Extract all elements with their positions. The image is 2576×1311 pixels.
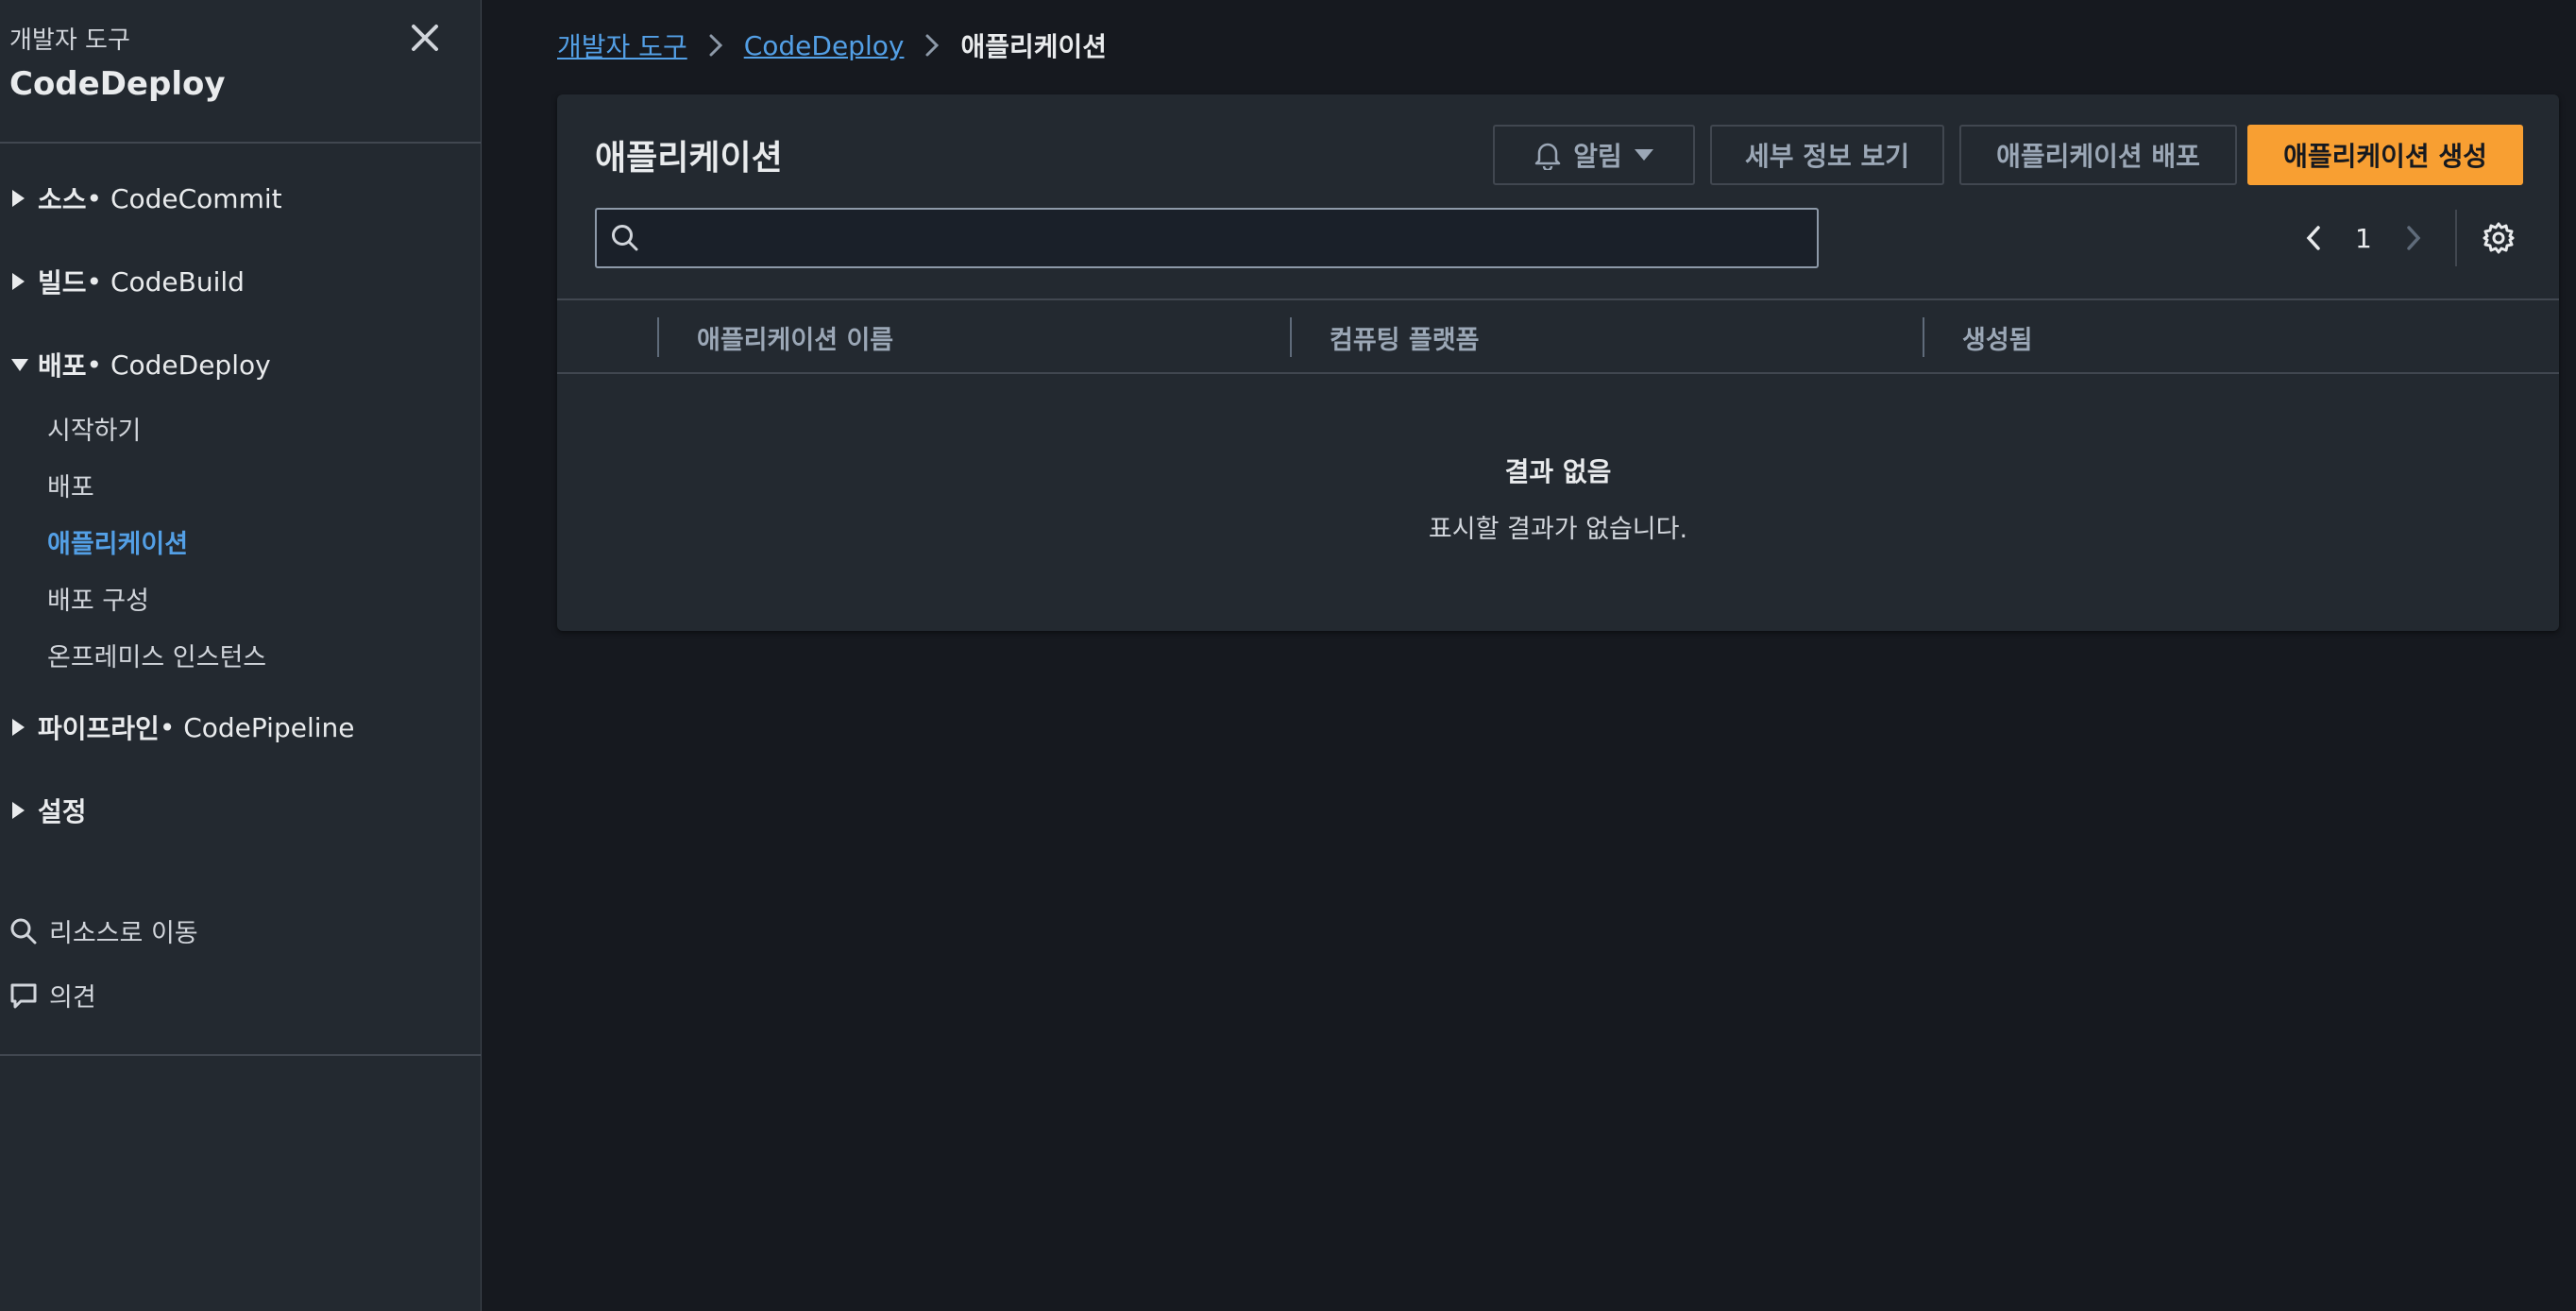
close-icon <box>412 25 438 51</box>
caret-right-icon <box>9 800 38 821</box>
feedback-link[interactable]: 의견 <box>9 977 96 1013</box>
sidebar-section-service: • CodeCommit <box>86 182 282 214</box>
sidebar-supertitle: 개발자 도구 <box>9 26 130 55</box>
sidebar-section-service: • CodePipeline <box>159 711 355 743</box>
column-header-compute-platform[interactable]: 컴퓨팅 플랫폼 <box>1290 317 1479 357</box>
goto-resource-label: 리소스로 이동 <box>49 919 198 948</box>
empty-state-title: 결과 없음 <box>1504 456 1612 487</box>
sidebar-section-label: 빌드 <box>38 267 87 298</box>
sidebar-divider <box>0 1054 482 1056</box>
caret-right-icon <box>9 271 38 292</box>
column-header-created[interactable]: 생성됨 <box>1923 317 2033 357</box>
chevron-left-icon <box>2306 226 2320 250</box>
notify-label: 알림 <box>1573 141 1622 172</box>
breadcrumb: 개발자 도구 CodeDeploy 애플리케이션 <box>557 26 1107 64</box>
feedback-label: 의견 <box>49 983 96 1013</box>
search-icon <box>10 918 37 944</box>
caret-right-icon <box>9 717 38 738</box>
empty-state-subtitle: 표시할 결과가 없습니다. <box>1428 515 1688 544</box>
goto-resource-link[interactable]: 리소스로 이동 <box>9 912 198 949</box>
bell-icon <box>1534 143 1561 170</box>
caret-right-icon <box>9 188 38 209</box>
notify-dropdown-button[interactable]: 알림 <box>1493 125 1695 185</box>
pagination: 1 <box>2304 212 2423 264</box>
column-header-application-name[interactable]: 애플리케이션 이름 <box>657 317 893 357</box>
sidebar-section-label: 파이프라인 <box>38 713 160 744</box>
sidebar-header: 개발자 도구 CodeDeploy <box>9 21 226 103</box>
deploy-application-button[interactable]: 애플리케이션 배포 <box>1959 125 2237 185</box>
breadcrumb-codedeploy[interactable]: CodeDeploy <box>744 30 905 61</box>
sidebar-section-pipeline[interactable]: 파이프라인 • CodePipeline <box>9 708 355 746</box>
sidebar-section-build[interactable]: 빌드 • CodeBuild <box>9 263 245 300</box>
sidebar-section-settings[interactable]: 설정 <box>9 792 87 829</box>
sidebar-section-label: 배포 <box>38 350 87 382</box>
chevron-right-icon <box>2407 226 2421 250</box>
caret-down-icon <box>1634 149 1653 161</box>
sidebar-section-source[interactable]: 소스 • CodeCommit <box>9 179 282 217</box>
search-icon <box>610 223 640 257</box>
sidebar-item-applications[interactable]: 애플리케이션 <box>47 523 188 560</box>
sidebar-item-on-premises-instances[interactable]: 온프레미스 인스턴스 <box>47 637 266 673</box>
applications-panel: 애플리케이션 알림 세부 정보 보기 애플리케이션 배포 애플리케이션 생성 1 <box>557 94 2559 631</box>
chevron-right-icon <box>708 33 723 58</box>
search-field[interactable] <box>595 208 1819 268</box>
breadcrumb-current: 애플리케이션 <box>960 31 1107 62</box>
page-title: 애플리케이션 <box>595 139 783 178</box>
sidebar-section-service: • CodeBuild <box>86 265 245 298</box>
sidebar-section-label: 설정 <box>38 796 87 827</box>
sidebar-section-service: • CodeDeploy <box>86 349 271 381</box>
current-page-number[interactable]: 1 <box>2355 223 2372 254</box>
sidebar-item-getting-started[interactable]: 시작하기 <box>47 410 141 447</box>
chevron-right-icon <box>924 33 940 58</box>
pagination-divider <box>2455 210 2457 266</box>
breadcrumb-developer-tools[interactable]: 개발자 도구 <box>557 26 687 64</box>
next-page-button[interactable] <box>2404 224 2423 252</box>
close-sidebar-button[interactable] <box>406 19 444 57</box>
sidebar-item-deployments[interactable]: 배포 <box>47 467 94 503</box>
side-navigation: 개발자 도구 CodeDeploy 소스 • CodeCommit 빌드 • C… <box>0 0 482 1311</box>
sidebar-section-deploy[interactable]: 배포 • CodeDeploy <box>9 346 271 383</box>
sidebar-title[interactable]: CodeDeploy <box>9 65 226 103</box>
previous-page-button[interactable] <box>2304 224 2323 252</box>
sidebar-section-label: 소스 <box>38 184 87 215</box>
comment-icon <box>10 983 37 1008</box>
gear-icon <box>2483 222 2515 254</box>
sidebar-divider <box>0 142 482 144</box>
sidebar-item-deployment-configurations[interactable]: 배포 구성 <box>47 580 149 617</box>
caret-down-icon <box>9 356 38 373</box>
table-header: 애플리케이션 이름 컴퓨팅 플랫폼 생성됨 <box>557 298 2559 374</box>
create-application-button[interactable]: 애플리케이션 생성 <box>2247 125 2523 185</box>
search-input[interactable] <box>653 215 1805 261</box>
table-preferences-button[interactable] <box>2482 221 2516 259</box>
view-details-button[interactable]: 세부 정보 보기 <box>1710 125 1944 185</box>
